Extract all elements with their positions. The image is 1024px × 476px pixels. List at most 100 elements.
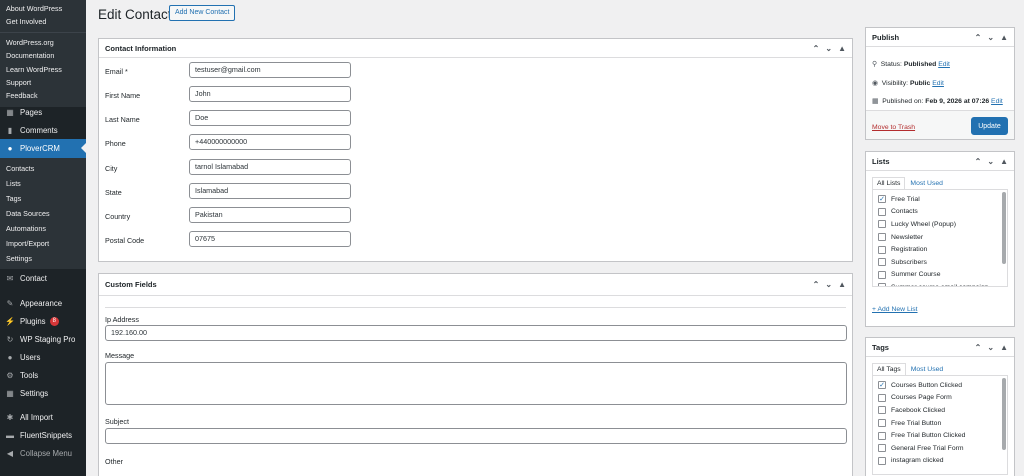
sidebar-item-appearance[interactable]: ✎ Appearance [0, 294, 86, 312]
tags-checkbox-item[interactable]: Free Trial Button [878, 417, 1007, 430]
chevron-down-icon[interactable]: ⌄ [825, 44, 832, 53]
checkbox[interactable] [878, 270, 886, 279]
lists-checkbox-item[interactable]: Newsletter [878, 231, 1007, 244]
lists-checkbox-item[interactable]: Summer Course [878, 269, 1007, 282]
lists-checkbox-item[interactable]: ✓ Free Trial [878, 193, 1007, 206]
tags-checkbox-item[interactable]: instagram clicked [878, 455, 1007, 468]
tags-checkbox-item[interactable]: Facebook Clicked [878, 404, 1007, 417]
first-name-field[interactable]: John [189, 86, 351, 102]
tags-checkbox-item[interactable]: Free Trial Button Clicked [878, 429, 1007, 442]
edit-date-link[interactable]: Edit [991, 98, 1003, 105]
tags-checkbox-item[interactable]: General Free Trial Form [878, 442, 1007, 455]
sidebar-item-settings[interactable]: ▦ Settings [0, 384, 86, 402]
postal-code-field[interactable]: 07675 [189, 231, 351, 247]
edit-status-link[interactable]: Edit [938, 61, 950, 68]
move-to-trash-link[interactable]: Move to Trash [872, 124, 915, 131]
checkbox[interactable] [878, 444, 886, 453]
submenu-automations[interactable]: Automations [0, 221, 86, 236]
tab-most-used-lists[interactable]: Most Used [905, 177, 947, 189]
lists-checkbox-item[interactable]: Contacts [878, 206, 1007, 219]
about-wordpress-link[interactable]: About WordPress [0, 2, 86, 15]
phone-field[interactable]: +440000000000 [189, 134, 351, 150]
sidebar-item-tools[interactable]: ⚙ Tools [0, 366, 86, 384]
chevron-down-icon[interactable]: ⌄ [987, 157, 994, 166]
tab-most-used-tags[interactable]: Most Used [906, 363, 948, 375]
add-new-contact-button[interactable]: Add New Contact [169, 5, 236, 21]
sidebar-item-all-import[interactable]: ✱ All Import [0, 408, 86, 426]
scrollbar[interactable] [1002, 378, 1006, 450]
scrollbar[interactable] [1002, 192, 1006, 264]
submenu-data-sources[interactable]: Data Sources [0, 206, 86, 221]
checked-checkbox[interactable]: ✓ [878, 381, 886, 390]
submenu-tags[interactable]: Tags [0, 191, 86, 206]
collapse-arrow-icon[interactable]: ▲ [838, 280, 846, 289]
collapse-arrow-icon[interactable]: ▲ [1000, 157, 1008, 166]
submenu-settings[interactable]: Settings [0, 251, 86, 266]
submenu-import-export[interactable]: Import/Export [0, 236, 86, 251]
tags-checkbox-item[interactable]: Courses Page Form [878, 392, 1007, 405]
chevron-up-icon[interactable]: ⌃ [975, 33, 982, 42]
sidebar-item-pages[interactable]: ▦ Pages [0, 103, 86, 121]
message-textarea[interactable] [105, 362, 847, 405]
collapse-arrow-icon[interactable]: ▲ [1000, 33, 1008, 42]
sidebar-item-plovercrm[interactable]: ● PloverCRM [0, 139, 86, 158]
checkbox[interactable] [878, 245, 886, 254]
submenu-contacts[interactable]: Contacts [0, 161, 86, 176]
checkbox[interactable] [878, 406, 886, 415]
chevron-up-icon[interactable]: ⌃ [813, 280, 820, 289]
chevron-up-icon[interactable]: ⌃ [975, 343, 982, 352]
checkbox[interactable] [878, 283, 886, 286]
checkbox[interactable] [878, 393, 886, 402]
calendar-icon: ▦ [872, 98, 879, 105]
update-button[interactable]: Update [971, 117, 1008, 135]
sidebar-item-plugins[interactable]: ⚡ Plugins 8 [0, 312, 86, 330]
submenu-lists[interactable]: Lists [0, 176, 86, 191]
wrench-icon: ⚙ [6, 370, 14, 380]
collapse-arrow-icon[interactable]: ▲ [1000, 343, 1008, 352]
checked-checkbox[interactable]: ✓ [878, 195, 886, 204]
documentation-link[interactable]: Documentation [0, 49, 86, 62]
tab-all-lists[interactable]: All Lists [872, 177, 906, 189]
get-involved-link[interactable]: Get Involved [0, 15, 86, 28]
lists-checkbox-item[interactable]: Subscribers [878, 256, 1007, 269]
wordpress-org-link[interactable]: WordPress.org [0, 36, 86, 49]
state-field[interactable]: Islamabad [189, 183, 351, 199]
lists-checkbox-item[interactable]: Registration [878, 243, 1007, 256]
sidebar-item-contact[interactable]: ✉ Contact [0, 269, 86, 288]
country-field[interactable]: Pakistan [189, 207, 351, 223]
chevron-up-icon[interactable]: ⌃ [975, 157, 982, 166]
add-new-list-link[interactable]: + Add New List [872, 306, 918, 313]
ip-address-field[interactable]: 192.160.00 [105, 325, 847, 341]
sidebar-item-comments[interactable]: ▮ Comments [0, 121, 86, 139]
code-icon: ▬ [6, 430, 14, 440]
checkbox[interactable] [878, 419, 886, 428]
tags-checkbox-item[interactable]: ✓ Courses Button Clicked [878, 379, 1007, 392]
checkbox[interactable] [878, 456, 886, 465]
lists-checkbox-item[interactable]: Lucky Wheel (Popup) [878, 218, 1007, 231]
last-name-field[interactable]: Doe [189, 110, 351, 126]
edit-visibility-link[interactable]: Edit [932, 80, 944, 87]
sidebar-item-fluentsnippets[interactable]: ▬ FluentSnippets [0, 426, 86, 444]
chevron-down-icon[interactable]: ⌄ [987, 343, 994, 352]
checkbox[interactable] [878, 207, 886, 216]
learn-wordpress-link[interactable]: Learn WordPress [0, 63, 86, 76]
collapse-arrow-icon[interactable]: ▲ [838, 44, 846, 53]
checkbox[interactable] [878, 233, 886, 242]
checkbox[interactable] [878, 258, 886, 267]
status-row: ⚲ Status: Published Edit [872, 61, 950, 68]
tab-all-tags[interactable]: All Tags [872, 363, 906, 375]
lists-checkbox-item[interactable]: Summer course email campaign [878, 281, 1007, 286]
city-field[interactable]: tarnol Islamabad [189, 159, 351, 175]
subject-field[interactable] [105, 428, 847, 444]
checkbox[interactable] [878, 220, 886, 229]
support-link[interactable]: Support [0, 76, 86, 89]
collapse-menu-button[interactable]: ◀ Collapse Menu [0, 444, 86, 462]
email-field[interactable]: testuser@gmail.com [189, 62, 351, 78]
feedback-link[interactable]: Feedback [0, 89, 86, 102]
chevron-down-icon[interactable]: ⌄ [987, 33, 994, 42]
chevron-down-icon[interactable]: ⌄ [825, 280, 832, 289]
chevron-up-icon[interactable]: ⌃ [813, 44, 820, 53]
sidebar-item-users[interactable]: ● Users [0, 348, 86, 366]
sidebar-item-wp-staging[interactable]: ↻ WP Staging Pro [0, 330, 86, 348]
checkbox[interactable] [878, 431, 886, 440]
